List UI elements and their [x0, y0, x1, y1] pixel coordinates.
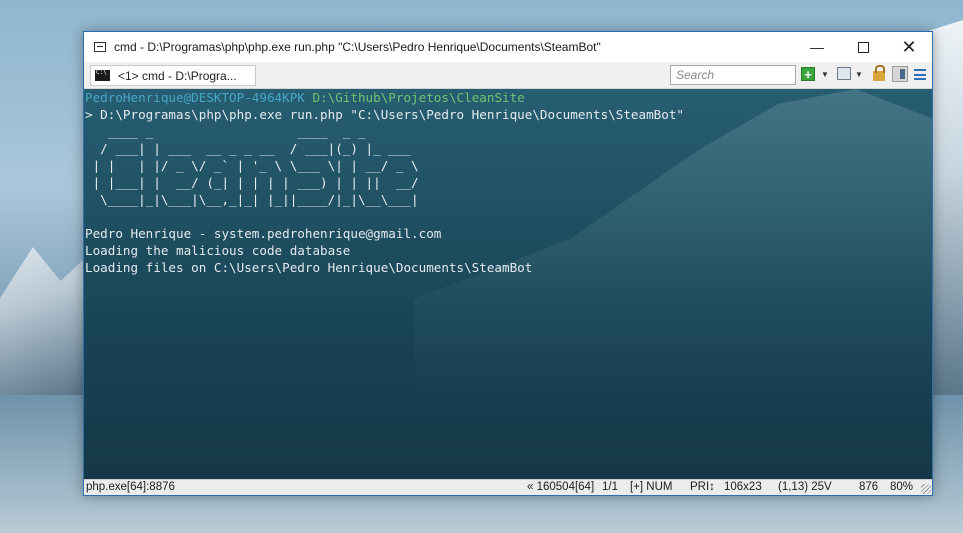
split-layout-icon[interactable]	[837, 67, 851, 80]
maximize-icon	[857, 41, 869, 53]
status-priority[interactable]: PRI↕	[690, 480, 715, 495]
console-output: PedroHenrique@DESKTOP-4964KPK D:\Github\…	[85, 89, 684, 276]
new-console-dropdown-icon[interactable]: ▼	[821, 67, 829, 83]
search-input[interactable]: Search	[670, 65, 796, 85]
tab-console-1[interactable]: <1> cmd - D:\Progra...	[90, 65, 256, 86]
cmd-icon	[95, 69, 110, 81]
minimize-button[interactable]: —	[794, 32, 840, 62]
status-process[interactable]: php.exe[64]:8876	[86, 480, 175, 495]
status-zoom[interactable]: 80%	[890, 480, 913, 495]
loading-line-2: Loading files on C:\Users\Pedro Henrique…	[85, 260, 533, 275]
maximize-button[interactable]	[840, 32, 886, 62]
console-area[interactable]: PedroHenrique@DESKTOP-4964KPK D:\Github\…	[84, 89, 932, 479]
new-console-button[interactable]: +	[801, 67, 815, 81]
lock-icon[interactable]	[873, 65, 885, 81]
author-line: Pedro Henrique - system.pedrohenrique@gm…	[85, 226, 442, 241]
loading-line-1: Loading the malicious code database	[85, 243, 351, 258]
close-button[interactable]: ✕	[886, 32, 932, 62]
ascii-banner: ____ _ ____ _ _ / ___| | ___ __ _ _ __ /…	[92, 124, 419, 207]
command-line: > D:\Programas\php\php.exe run.php "C:\U…	[85, 107, 684, 122]
status-value[interactable]: 876	[859, 480, 878, 495]
layout-dropdown-icon[interactable]: ▼	[855, 67, 863, 83]
tab-label: <1> cmd - D:\Progra...	[118, 68, 237, 83]
status-bar: php.exe[64]:8876 « 160504[64] 1/1 [+] NU…	[84, 479, 932, 495]
console-icon[interactable]	[94, 42, 106, 52]
panel-toggle-icon[interactable]	[892, 66, 908, 82]
window-title: cmd - D:\Programas\php\php.exe run.php "…	[114, 40, 601, 54]
status-size[interactable]: 106x23	[724, 480, 762, 495]
resize-grip[interactable]	[921, 484, 931, 494]
menu-icon[interactable]	[914, 69, 926, 80]
prompt-path: D:\Github\Projetos\CleanSite	[304, 90, 525, 105]
status-cursor[interactable]: (1,13) 25V	[778, 480, 832, 495]
prompt-user: PedroHenrique@DESKTOP-4964KPK	[85, 90, 305, 105]
status-pages[interactable]: 1/1	[602, 480, 618, 495]
status-pid[interactable]: « 160504[64]	[527, 480, 594, 495]
conemu-window: cmd - D:\Programas\php\php.exe run.php "…	[83, 31, 933, 496]
title-bar[interactable]: cmd - D:\Programas\php\php.exe run.php "…	[84, 32, 932, 62]
tab-bar: <1> cmd - D:\Progra... Search + ▼ ▼	[84, 62, 932, 107]
status-num[interactable]: [+] NUM	[630, 480, 673, 495]
